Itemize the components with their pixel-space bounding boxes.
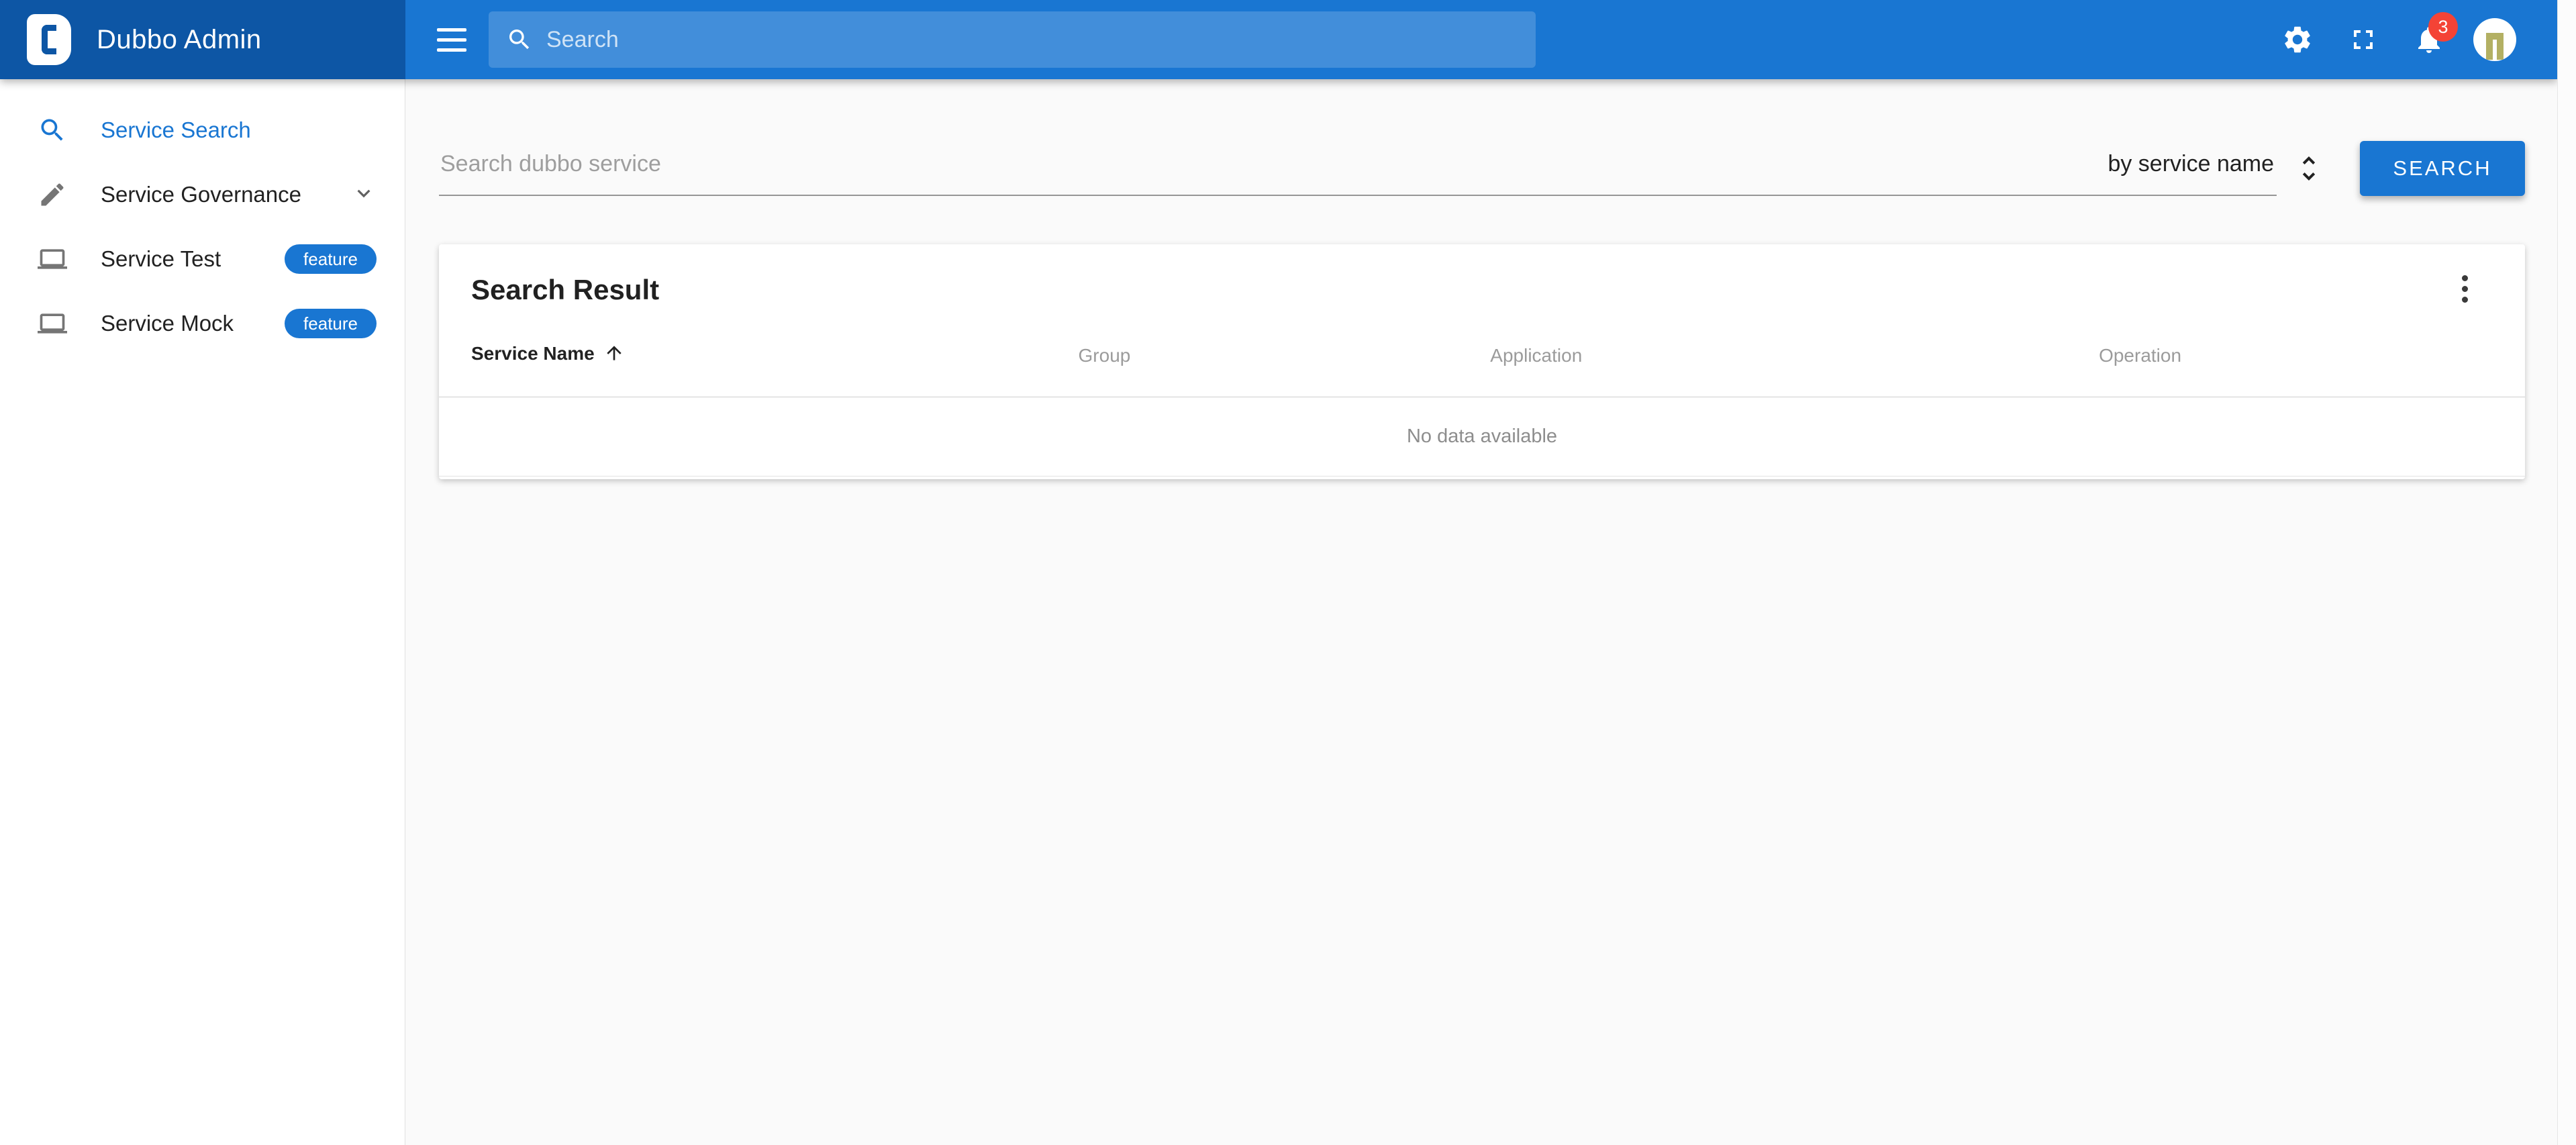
notifications-button[interactable]: 3 [2396, 7, 2462, 72]
column-header-group[interactable]: Group [891, 311, 1318, 397]
sidebar-item-label: Service Mock [101, 311, 234, 336]
avatar [2473, 18, 2516, 61]
sort-asc-icon [603, 342, 625, 368]
gear-icon [2281, 23, 2314, 56]
global-search-field[interactable] [489, 11, 1536, 68]
card-menu-button[interactable] [2446, 267, 2483, 310]
search-result-card: Search Result Service Name Group Applica… [439, 244, 2525, 479]
search-button[interactable]: SEARCH [2360, 141, 2525, 196]
body-layout: Service Search Service Governance Servic… [0, 79, 2557, 1145]
column-header-operation: Operation [1755, 311, 2525, 397]
main-content: by service name SEARCH Search Result [405, 79, 2557, 1145]
sidebar-item-service-mock[interactable]: Service Mock feature [0, 291, 405, 356]
laptop-icon [38, 244, 67, 274]
service-search-input[interactable] [440, 151, 2108, 177]
settings-button[interactable] [2265, 7, 2330, 72]
unfold-more-icon[interactable] [2293, 152, 2325, 188]
service-search-field: by service name [439, 151, 2277, 196]
chevron-down-icon [351, 181, 377, 209]
brand-block: Dubbo Admin [0, 0, 405, 79]
table-row: No data available [439, 397, 2525, 477]
menu-icon[interactable] [428, 16, 475, 63]
feature-badge: feature [285, 244, 377, 274]
laptop-icon [38, 309, 67, 338]
column-label: Service Name [471, 343, 595, 364]
search-type-select[interactable]: by service name [2108, 151, 2274, 177]
app-window: Dubbo Admin 3 [0, 0, 2557, 1145]
search-icon [38, 115, 67, 145]
sidebar: Service Search Service Governance Servic… [0, 79, 405, 1145]
notification-badge: 3 [2428, 12, 2458, 42]
account-button[interactable] [2462, 7, 2528, 72]
sidebar-item-service-governance[interactable]: Service Governance [0, 162, 405, 227]
dubbo-logo-icon [27, 14, 71, 65]
logo-bracket-shape [42, 25, 56, 54]
table-header-row: Service Name Group Application Operation [439, 311, 2525, 397]
app-bar: Dubbo Admin 3 [0, 0, 2557, 79]
feature-badge: feature [285, 309, 377, 338]
column-header-application[interactable]: Application [1317, 311, 1756, 397]
avatar-glyph [2486, 33, 2504, 60]
empty-state-text: No data available [439, 397, 2525, 477]
result-table: Service Name Group Application Operation [439, 311, 2525, 477]
column-header-service-name[interactable]: Service Name [439, 311, 892, 397]
search-icon [506, 26, 533, 53]
pencil-icon [38, 180, 67, 209]
app-bar-main: 3 [405, 0, 2557, 79]
fullscreen-button[interactable] [2330, 7, 2396, 72]
sidebar-item-label: Service Test [101, 246, 221, 271]
browser-scrollbar[interactable] [2557, 0, 2576, 1145]
card-title: Search Result [471, 274, 660, 305]
global-search-input[interactable] [546, 26, 1518, 53]
service-search-row: by service name SEARCH [439, 141, 2525, 196]
sidebar-item-service-test[interactable]: Service Test feature [0, 227, 405, 291]
page: Dubbo Admin 3 [0, 0, 2576, 1145]
sidebar-item-label: Service Governance [101, 182, 301, 207]
fullscreen-icon [2347, 23, 2379, 56]
sidebar-item-service-search[interactable]: Service Search [0, 98, 405, 162]
sidebar-item-label: Service Search [101, 117, 251, 142]
app-title: Dubbo Admin [97, 24, 262, 54]
